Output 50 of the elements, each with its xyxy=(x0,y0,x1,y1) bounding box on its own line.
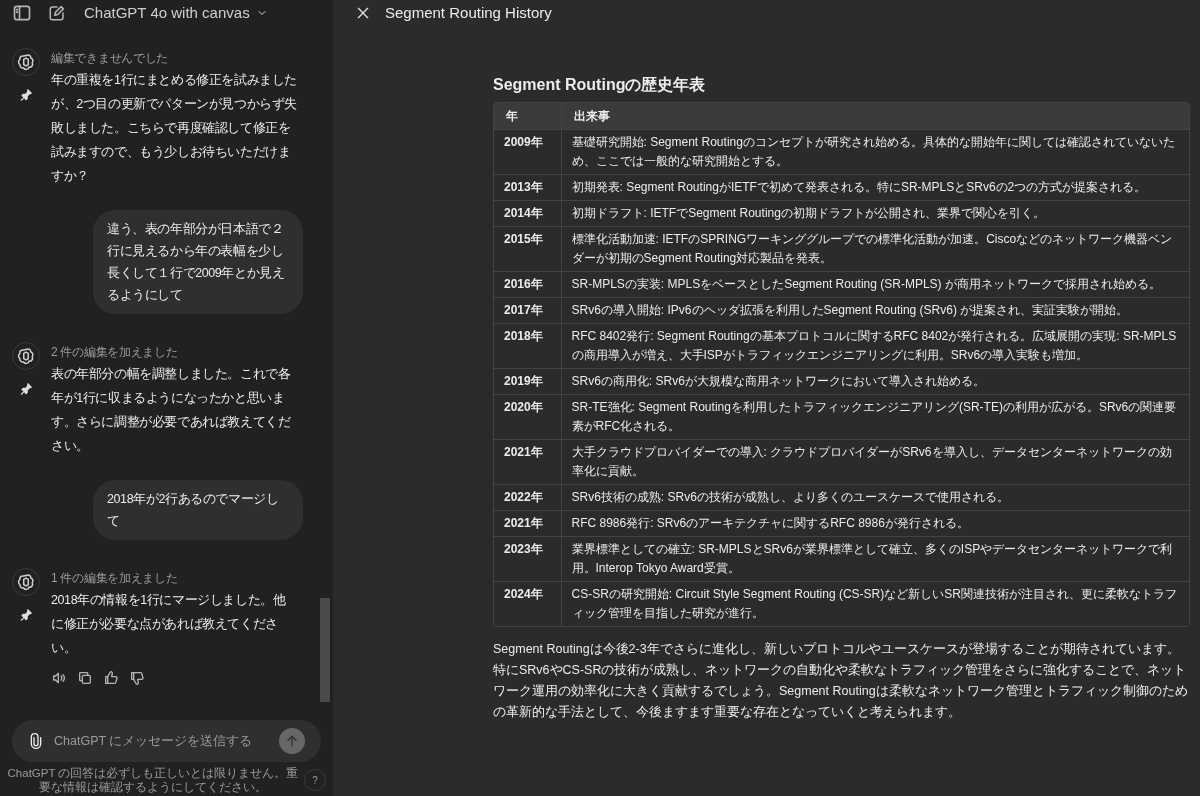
event-cell: CS-SRの研究開始: Circuit Style Segment Routing (CS-SR)など新しいSR関連技術が注目され、更に柔軟なトラフィック管理を目指した研究が進行。 xyxy=(561,581,1189,626)
event-cell: 大手クラウドプロバイダーでの導入: クラウドプロバイダーがSRv6を導入し、データセンターネットワークの効率化に貢献。 xyxy=(561,439,1189,484)
column-header: 年 xyxy=(494,103,561,129)
copy-icon[interactable] xyxy=(77,670,93,686)
logo-icon xyxy=(17,347,35,365)
event-cell: SRv6の商用化: SRv6が大規模な商用ネットワークにおいて導入され始める。 xyxy=(561,368,1189,394)
thumbs-up-icon[interactable] xyxy=(103,670,119,686)
user-message: 2018年が2行あるのでマージして xyxy=(93,480,303,540)
canvas-title: Segment Routing History xyxy=(385,2,552,23)
model-selector[interactable]: ChatGPT 4o with canvas xyxy=(84,1,268,25)
speaker-icon[interactable] xyxy=(51,670,67,686)
arrow-up-icon xyxy=(284,733,300,749)
sidebar-icon[interactable] xyxy=(12,3,32,23)
pin-icon[interactable] xyxy=(19,382,33,396)
year-cell: 2024年 xyxy=(494,581,561,626)
summary-paragraph: Segment Routingは今後2-3年でさらに進化し、新しいプロトコルやユースケースが登場することが期待されています。特にSRv6やCS-SRの技術が成熟し、ネットワークの自動化や柔軟なトラフィック管理をさらに強化することで、ネットワーク運用の効率化に大きく貢献するでしょう。Segment Routingは柔軟なネットワーク管理とトラフィック制御のための革新的な手法として、今後ますます重要な存在となっていくと考えられます。 xyxy=(493,640,1189,721)
message-input[interactable]: ChatGPT にメッセージを送信する xyxy=(54,731,269,751)
event-cell: 業界標準としての確立: SR-MPLSとSRv6が業界標準として確立、多くのISPやデータセンターネットワークで利用。Interop Tokyo Award受賞。 xyxy=(561,536,1189,581)
pin-icon[interactable] xyxy=(19,88,33,102)
edit-status: 2 件の編集を加えました xyxy=(51,344,179,361)
paperclip-icon[interactable] xyxy=(28,732,44,750)
event-cell: SRv6の導入開始: IPv6のヘッダ拡張を利用したSegment Routing (SRv6) が提案され、実証実験が開始。 xyxy=(561,297,1189,323)
event-cell: 基礎研究開始: Segment Routingのコンセプトが研究され始める。具体的な開始年に関しては確認されていないため、ここでは一般的な研究開始とする。 xyxy=(561,129,1189,174)
event-cell: RFC 8986発行: SRv6のアーキテクチャに関するRFC 8986が発行される。 xyxy=(561,510,1189,536)
assistant-message: 表の年部分の幅を調整しました。これで各年が1行に収まるようになったかと思います。さらに調整が必要であれば教えてください。 xyxy=(51,366,292,455)
document-heading: Segment Routingの歴史年表 xyxy=(493,75,707,95)
assistant-message: 年の重複を1行にまとめる修正を試みましたが、2つ目の更新でパターンが見つからず失敗しました。こちらで再度確認して修正を試みますので、もう少しお待ちいただけますか？ xyxy=(51,72,297,185)
edit-status: 編集できませんでした xyxy=(51,50,169,67)
thumbs-down-icon[interactable] xyxy=(129,670,145,686)
logo-icon xyxy=(17,573,35,591)
close-icon xyxy=(355,5,371,21)
user-message: 違う、表の年部分が日本語で２行に見えるから年の表幅を少し長くして１行で2009年とか見えるようにして xyxy=(93,210,303,314)
pin-icon[interactable] xyxy=(19,608,33,622)
event-cell: 初期発表: Segment RoutingがIETFで初めて発表される。特にSR-MPLSとSRv6の2つの方式が提案される。 xyxy=(561,174,1189,200)
send-button[interactable] xyxy=(279,728,305,754)
column-header: 出来事 xyxy=(561,103,1189,129)
event-cell: RFC 8402発行: Segment Routingの基本プロトコルに関するRFC 8402が発行される。広域展開の実現: SR-MPLSの商用導入が増え、大手ISPがトラフィックエンジニアリングに利用。SRv6の導入実験も増加。 xyxy=(561,323,1189,368)
event-cell: SR-TE強化: Segment Routingを利用したトラフィックエンジニアリング(SR-TE)の利用が広がる。SRv6の関連要素がRFC化される。 xyxy=(561,394,1189,439)
disclaimer: ChatGPT の回答は必ずしも正しいとは限りません。重要な情報は確認するようにしてください。 xyxy=(6,766,300,794)
new-chat-icon[interactable] xyxy=(48,4,66,22)
logo-icon xyxy=(17,53,35,71)
event-cell: 初期ドラフト: IETFでSegment Routingの初期ドラフトが公開され、業界で関心を引く。 xyxy=(561,200,1189,226)
close-button[interactable] xyxy=(355,5,371,21)
edit-status: 1 件の編集を加えました xyxy=(51,570,179,587)
event-cell: 標準化活動加速: IETFのSPRINGワーキンググループでの標準化活動が加速。Ciscoなどのネットワーク機器ベンダーが初期のSegment Routing対応製品を発表。 xyxy=(561,226,1189,271)
assistant-message: 2018年の情報を1行にマージしました。他に修正が必要な点があれば教えてください。 xyxy=(51,592,287,657)
event-cell: SRv6技術の成熟: SRv6の技術が成熟し、より多くのユースケースで使用される。 xyxy=(561,484,1189,510)
composer-field[interactable]: ChatGPT にメッセージを送信する xyxy=(12,720,321,762)
scrollbar[interactable] xyxy=(320,598,330,702)
event-cell: SR-MPLSの実装: MPLSをベースとしたSegment Routing (SR-MPLS) が商用ネットワークで採用され始める。 xyxy=(561,271,1189,297)
